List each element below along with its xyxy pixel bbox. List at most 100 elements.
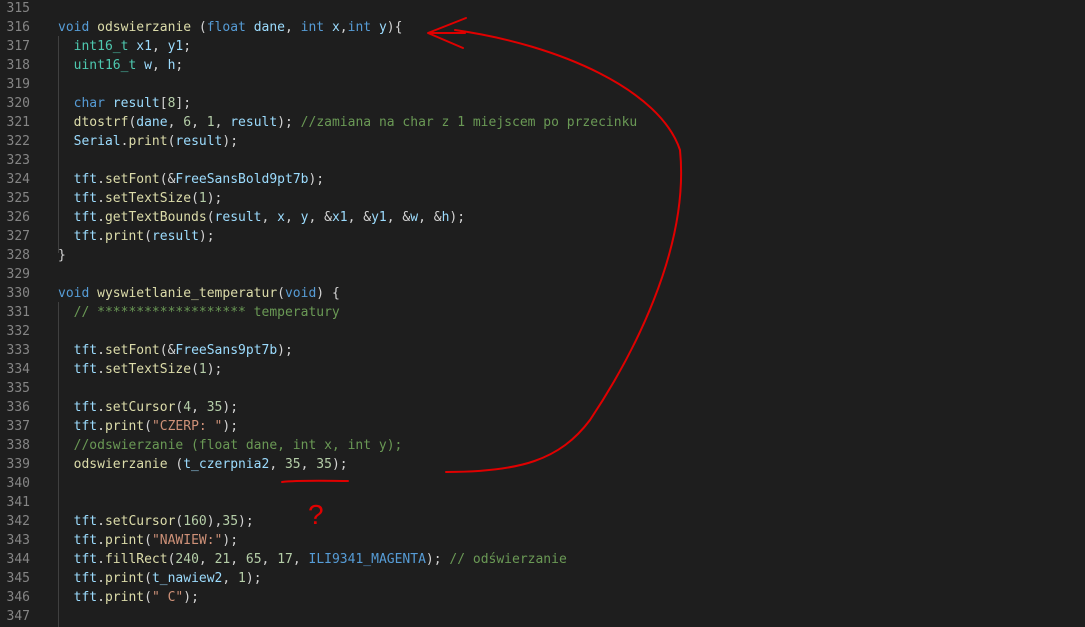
code-token: tft xyxy=(73,571,98,586)
code-token: print xyxy=(128,134,168,149)
code-text: tft.getTextBounds(result, x, y, &x1, &y1… xyxy=(58,208,465,227)
code-line[interactable]: 337 tft.print("CZERP: "); xyxy=(0,417,1085,436)
code-token: ); xyxy=(238,514,254,529)
code-token: y1 xyxy=(371,210,387,225)
code-token: ); xyxy=(183,590,199,605)
code-line[interactable]: 347 xyxy=(0,607,1085,626)
code-token: tft xyxy=(73,343,98,358)
code-line[interactable]: 339 odswierzanie (t_czerpnia2, 35, 35); xyxy=(0,455,1085,474)
code-line[interactable]: 332 xyxy=(0,322,1085,341)
code-line[interactable]: 323 xyxy=(0,151,1085,170)
code-token: , xyxy=(151,58,168,73)
code-text: tft.setCursor(4, 35); xyxy=(58,398,238,417)
code-line[interactable]: 346 tft.print(" C"); xyxy=(0,588,1085,607)
code-line[interactable]: 318 uint16_t w, h; xyxy=(0,56,1085,75)
line-number: 332 xyxy=(6,324,30,339)
line-number: 325 xyxy=(6,191,30,206)
code-line[interactable]: 315 xyxy=(0,0,1085,18)
code-token: (& xyxy=(159,343,176,358)
code-line[interactable]: 325 tft.setTextSize(1); xyxy=(0,189,1085,208)
code-token: 1 xyxy=(198,362,207,377)
code-token: x1 xyxy=(136,39,152,54)
code-token: ); xyxy=(245,571,262,586)
code-token: ), xyxy=(206,514,223,529)
code-line[interactable]: 317 int16_t x1, y1; xyxy=(0,37,1085,56)
code-line[interactable]: 327 tft.print(result); xyxy=(0,227,1085,246)
code-token: 17 xyxy=(277,552,293,567)
code-line[interactable]: 343 tft.print("NAWIEW:"); xyxy=(0,531,1085,550)
code-token: result xyxy=(151,229,199,244)
code-text: char result[8]; xyxy=(58,94,191,113)
code-token: } xyxy=(58,248,66,263)
code-token: y1 xyxy=(167,39,184,54)
code-line[interactable]: 319 xyxy=(0,75,1085,94)
code-line[interactable]: 330 void wyswietlanie_temperatur(void) { xyxy=(0,284,1085,303)
code-token: int xyxy=(300,20,325,35)
code-token: // odświerzanie xyxy=(449,552,567,567)
code-token: . xyxy=(97,590,105,605)
code-text: //odswierzanie (float dane, int x, int y… xyxy=(58,436,403,455)
code-text: tft.print(t_nawiew2, 1); xyxy=(58,569,262,588)
code-token: tft xyxy=(73,400,98,415)
code-line[interactable]: 322 Serial.print(result); xyxy=(0,132,1085,151)
line-number: 331 xyxy=(6,305,30,320)
code-line[interactable]: 336 tft.setCursor(4, 35); xyxy=(0,398,1085,417)
line-number: 335 xyxy=(6,381,30,396)
code-line[interactable]: 341 xyxy=(0,493,1085,512)
code-line[interactable]: 333 tft.setFont(&FreeSans9pt7b); xyxy=(0,341,1085,360)
code-token: . xyxy=(97,400,105,415)
code-editor[interactable]: 315 316 void odswierzanie (float dane, int… xyxy=(0,0,1085,626)
code-token: , xyxy=(261,552,278,567)
code-line[interactable]: 338 //odswierzanie (float dane, int x, i… xyxy=(0,436,1085,455)
code-token: result xyxy=(112,96,160,111)
line-number: 343 xyxy=(6,533,30,548)
code-line[interactable]: 321 dtostrf(dane, 6, 1, result); //zamia… xyxy=(0,113,1085,132)
line-number: 341 xyxy=(6,495,30,510)
code-token: . xyxy=(97,552,105,567)
code-token: , xyxy=(198,552,215,567)
code-line[interactable]: 328} xyxy=(0,246,1085,265)
code-line[interactable]: 335 xyxy=(0,379,1085,398)
line-number: 330 xyxy=(6,286,30,301)
code-token: ; xyxy=(175,58,184,73)
code-text: uint16_t w, h; xyxy=(58,56,184,75)
code-line[interactable]: 344 tft.fillRect(240, 21, 65, 17, ILI934… xyxy=(0,550,1085,569)
code-token: fillRect xyxy=(104,552,168,567)
code-line[interactable]: 326 tft.getTextBounds(result, x, y, &x1,… xyxy=(0,208,1085,227)
code-text: tft.print("CZERP: "); xyxy=(58,417,238,436)
code-text: } xyxy=(58,246,66,265)
code-line[interactable]: 324 tft.setFont(&FreeSansBold9pt7b); xyxy=(0,170,1085,189)
code-line[interactable]: 345 tft.print(t_nawiew2, 1); xyxy=(0,569,1085,588)
code-token: 35 xyxy=(206,400,223,415)
code-line[interactable]: 342 tft.setCursor(160),35); xyxy=(0,512,1085,531)
code-text: void odswierzanie (float dane, int x,int… xyxy=(58,18,402,37)
code-token: , xyxy=(285,210,301,225)
code-token: Serial xyxy=(73,134,121,149)
code-token: void xyxy=(58,20,90,35)
code-text: tft.setTextSize(1); xyxy=(58,189,223,208)
code-line[interactable]: 329 xyxy=(0,265,1085,284)
code-token: print xyxy=(104,419,145,434)
code-line[interactable]: 334 tft.setTextSize(1); xyxy=(0,360,1085,379)
code-line[interactable]: 320 char result[8]; xyxy=(0,94,1085,113)
code-token: tft xyxy=(73,514,98,529)
code-line[interactable]: 340 xyxy=(0,474,1085,493)
code-token: result xyxy=(175,134,223,149)
code-line[interactable]: 331 // ******************* temperatury xyxy=(0,303,1085,322)
code-token: wyswietlanie_temperatur xyxy=(97,286,278,301)
code-line[interactable]: 316 void odswierzanie (float dane, int x,… xyxy=(0,18,1085,37)
line-number: 328 xyxy=(6,248,30,263)
code-token: , xyxy=(292,552,309,567)
code-token: ); xyxy=(222,419,239,434)
code-text: tft.setFont(&FreeSans9pt7b); xyxy=(58,341,293,360)
line-number: 320 xyxy=(6,96,30,111)
line-number: 340 xyxy=(6,476,30,491)
